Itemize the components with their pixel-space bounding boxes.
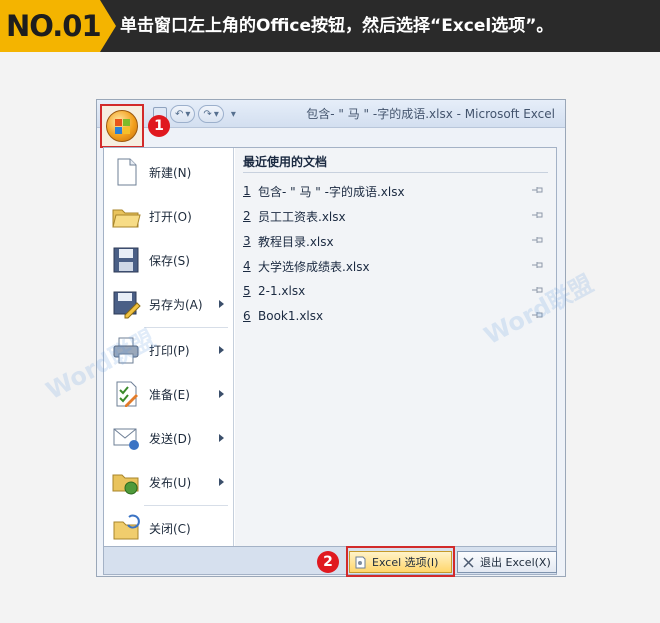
tutorial-figure: NO.01 单击窗口左上角的Office按钮，然后选择“Excel选项”。 ↶ ▾…: [0, 0, 660, 623]
pin-icon[interactable]: [532, 236, 544, 244]
menu-item-new[interactable]: 新建(N): [104, 150, 232, 194]
menu-item-close[interactable]: 关闭(C): [104, 506, 232, 550]
menu-item-prepare[interactable]: 准备(E): [104, 372, 232, 416]
step-number: NO.01: [0, 0, 102, 52]
undo-icon: ↶: [175, 108, 184, 120]
close-folder-icon: [111, 513, 141, 543]
redo-icon: ↷: [203, 108, 212, 120]
customize-qat-icon[interactable]: ▾: [231, 109, 236, 120]
close-icon: [462, 556, 475, 569]
submenu-arrow-icon: [219, 434, 224, 442]
pin-icon[interactable]: [532, 186, 544, 194]
menu-item-label: 另存为(A): [149, 297, 203, 312]
menu-item-label: 保存(S): [149, 253, 190, 268]
recent-divider: [243, 172, 548, 173]
submenu-arrow-icon: [219, 346, 224, 354]
menu-item-label: 打开(O): [149, 209, 192, 224]
submenu-arrow-icon: [219, 300, 224, 308]
menu-item-label: 发布(U): [149, 475, 192, 490]
chevron-down-icon: ▾: [185, 108, 191, 120]
pin-icon[interactable]: [532, 261, 544, 269]
recent-doc-item[interactable]: 2 员工工资表.xlsx: [243, 206, 548, 226]
chevron-down-icon: ▾: [213, 108, 219, 120]
recent-doc-item[interactable]: 1 包含- " 马 " -字的成语.xlsx: [243, 181, 548, 201]
menu-item-label: 新建(N): [149, 165, 192, 180]
exit-excel-label: 退出 Excel(X): [480, 556, 551, 569]
menu-item-publish[interactable]: 发布(U): [104, 460, 232, 504]
recent-doc-item[interactable]: 3 教程目录.xlsx: [243, 231, 548, 251]
recent-title: 最近使用的文档: [243, 155, 328, 169]
menu-item-open[interactable]: 打开(O): [104, 194, 232, 238]
new-document-icon: [111, 157, 141, 187]
office-button[interactable]: [106, 110, 138, 142]
callout-badge-1: 1: [148, 115, 170, 137]
menu-item-save-as[interactable]: 另存为(A): [104, 282, 232, 326]
menu-item-send[interactable]: 发送(D): [104, 416, 232, 460]
prepare-icon: [111, 379, 141, 409]
send-icon: [111, 423, 141, 453]
window-title: 包含- " 马 " -字的成语.xlsx - Microsoft Excel: [306, 107, 555, 121]
callout-badge-2: 2: [317, 551, 339, 573]
save-disk-icon: [111, 245, 141, 275]
open-folder-icon: [111, 201, 141, 231]
save-as-icon: [111, 289, 141, 319]
office-menu: 新建(N) 打开(O) 保存(S) 另存为(A) 打印(P) 准备(E) 发送(…: [103, 147, 557, 547]
menu-item-label: 关闭(C): [149, 521, 191, 536]
office-button-highlight: [100, 104, 144, 148]
recent-doc-item[interactable]: 5 2-1.xlsx: [243, 281, 548, 301]
submenu-arrow-icon: [219, 390, 224, 398]
banner-arrow-icon: [100, 0, 116, 52]
menu-item-label: 发送(D): [149, 431, 192, 446]
excel-options-label: Excel 选项(I): [372, 556, 439, 569]
step-banner: NO.01 单击窗口左上角的Office按钮，然后选择“Excel选项”。: [0, 0, 660, 52]
undo-button[interactable]: ↶ ▾: [170, 105, 196, 123]
options-document-icon: [354, 556, 367, 569]
pin-icon[interactable]: [532, 211, 544, 219]
menu-item-label: 准备(E): [149, 387, 190, 402]
step-instruction: 单击窗口左上角的Office按钮，然后选择“Excel选项”。: [120, 16, 554, 36]
recent-documents: 最近使用的文档 1 包含- " 马 " -字的成语.xlsx 2 员工工资表.xls…: [235, 148, 556, 546]
redo-button[interactable]: ↷ ▾: [198, 105, 224, 123]
publish-icon: [111, 467, 141, 497]
submenu-arrow-icon: [219, 478, 224, 486]
excel-options-button[interactable]: Excel 选项(I): [349, 551, 452, 573]
menu-item-save[interactable]: 保存(S): [104, 238, 232, 282]
office-logo-icon: [115, 119, 131, 135]
exit-excel-button[interactable]: 退出 Excel(X): [457, 551, 557, 573]
recent-doc-item[interactable]: 4 大学选修成绩表.xlsx: [243, 256, 548, 276]
